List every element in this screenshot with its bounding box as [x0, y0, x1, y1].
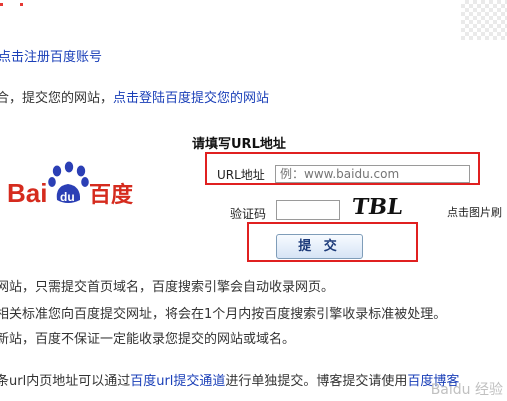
- bullet-dot: [20, 3, 23, 6]
- checker-background: [461, 0, 507, 40]
- refresh-captcha-hint[interactable]: 点击图片刷: [447, 204, 502, 220]
- footer-line: 条url内页地址可以通过百度url提交通道进行单独提交。博客提交请使用百度博客: [0, 370, 459, 389]
- footer-mid: 进行单独提交。博客提交请使用: [225, 374, 408, 389]
- intro-prefix: 合，提交您的网站，: [0, 91, 114, 106]
- captcha-image[interactable]: TBL: [352, 194, 418, 218]
- logo-cn: 百度: [89, 182, 134, 208]
- url-submit-link[interactable]: 百度url提交通道: [130, 374, 225, 389]
- logo-bai: Bai: [7, 178, 47, 208]
- highlight-submit-box: [247, 222, 418, 262]
- captcha-input[interactable]: [276, 200, 340, 220]
- note-2: 相关标准您向百度提交网址，将会在1个月内按百度搜索引擎收录标准被处理。: [0, 307, 447, 322]
- register-link[interactable]: 点击注册百度账号: [0, 46, 102, 65]
- bullet-dot: [0, 3, 3, 6]
- footer-prefix: 条url内页地址可以通过: [0, 374, 131, 389]
- captcha-text: TBL: [352, 194, 405, 218]
- baidu-logo: Bai du 百度: [7, 161, 134, 208]
- highlight-url-box: [205, 152, 480, 185]
- submit-site-link[interactable]: 点击登陆百度提交您的网站: [113, 91, 269, 106]
- logo-du: du: [60, 190, 75, 204]
- captcha-label: 验证码: [230, 207, 267, 221]
- intro-line: 合，提交您的网站，点击登陆百度提交您的网站: [0, 87, 269, 106]
- note-1: 网站，只需提交首页域名，百度搜索引擎会自动收录网页。: [0, 280, 335, 295]
- watermark: Baidu 经验: [430, 382, 503, 398]
- note-3: 新站，百度不保证一定能收录您提交的网站或域名。: [0, 332, 296, 347]
- form-title: 请填写URL地址: [192, 137, 286, 152]
